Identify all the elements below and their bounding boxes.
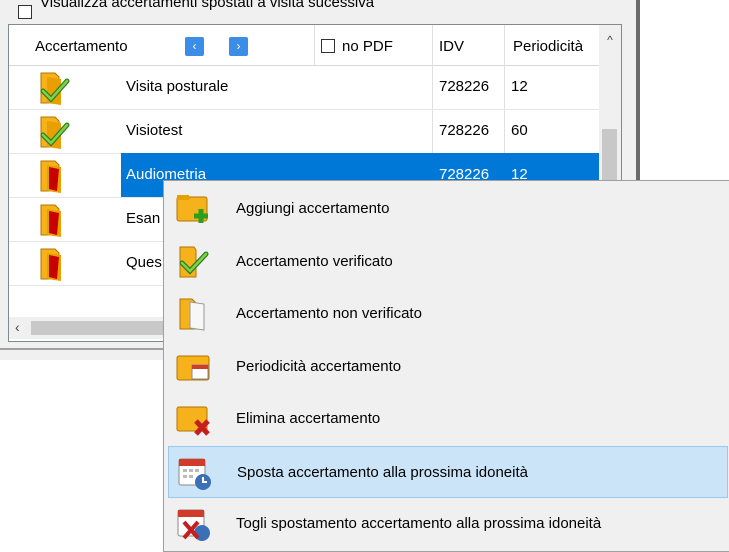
calendar-remove-icon (174, 506, 214, 542)
menu-item-folder-open[interactable]: Accertamento non verificato (168, 288, 728, 340)
folder-delete-icon (174, 401, 214, 437)
row-periodicita: 60 (511, 122, 528, 139)
menu-item-folder-add[interactable]: Aggiungi accertamento (168, 183, 728, 235)
show-moved-checkbox-row[interactable]: Visualizza accertamenti spostati a visit… (18, 0, 618, 20)
menu-item-calendar-clock[interactable]: Sposta accertamento alla prossima idonei… (168, 445, 728, 498)
menu-item-label: Periodicità accertamento (236, 357, 402, 375)
folder-check-icon (35, 69, 75, 107)
row-idv: 728226 (439, 122, 490, 139)
folder-calendar-icon (174, 349, 214, 385)
row-periodicita: 12 (511, 78, 528, 95)
row-idv: 728226 (439, 78, 490, 95)
menu-item-label: Aggiungi accertamento (236, 200, 390, 217)
scroll-up-icon[interactable]: ^ (599, 33, 621, 47)
show-moved-checkbox-label: Visualizza accertamenti spostati a visit… (40, 0, 375, 11)
grid-header: Accertamento ‹ › no PDF IDV Periodicità (9, 25, 607, 66)
menu-item-label: Accertamento verificato (236, 252, 393, 270)
table-row[interactable]: Visiotest 728226 60 (9, 109, 607, 154)
row-accertamento: Visita posturale (126, 78, 229, 95)
folder-add-icon (174, 191, 214, 227)
header-periodicita[interactable]: Periodicità (513, 25, 583, 65)
context-menu: Aggiungi accertamento Accertamento verifi… (163, 180, 729, 552)
folder-check-icon (35, 113, 75, 151)
no-pdf-toggle[interactable]: no PDF (321, 25, 393, 65)
header-accertamento[interactable]: Accertamento (35, 25, 128, 65)
menu-item-label: Sposta accertamento alla prossima idonei… (237, 463, 528, 481)
calendar-clock-icon (175, 455, 215, 491)
table-row[interactable]: Visita posturale 728226 12 (9, 65, 607, 110)
no-pdf-label: no PDF (342, 38, 393, 55)
column-divider (314, 25, 315, 65)
menu-item-calendar-remove[interactable]: Togli spostamento accertamento alla pros… (168, 498, 728, 550)
menu-item-label: Togli spostamento accertamento alla pros… (236, 515, 602, 532)
folder-red-icon (35, 157, 75, 195)
folder-check-icon (174, 244, 214, 280)
no-pdf-checkbox[interactable] (321, 38, 335, 53)
menu-item-folder-calendar[interactable]: Periodicità accertamento (168, 341, 728, 393)
row-accertamento: Visiotest (126, 122, 183, 139)
menu-item-folder-check[interactable]: Accertamento verificato (168, 236, 728, 288)
show-moved-checkbox[interactable] (18, 5, 32, 19)
nav-prev-button[interactable]: ‹ (185, 37, 204, 56)
menu-item-label: Accertamento non verificato (236, 305, 422, 322)
horizontal-scroll-thumb[interactable] (31, 321, 181, 335)
folder-open-icon (174, 296, 214, 332)
nav-next-button[interactable]: › (229, 37, 248, 56)
menu-item-label: Elimina accertamento (236, 410, 381, 427)
folder-red-icon (35, 245, 75, 283)
scroll-left-icon[interactable]: ‹ (15, 319, 20, 335)
header-idv[interactable]: IDV (439, 25, 464, 65)
folder-red-icon (35, 201, 75, 239)
menu-item-folder-delete[interactable]: Elimina accertamento (168, 393, 728, 445)
